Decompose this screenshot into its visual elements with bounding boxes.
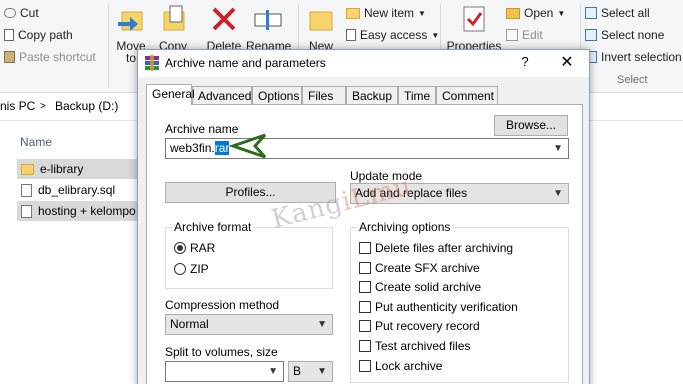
radio-unselected-icon xyxy=(174,263,186,275)
copy-path-button[interactable]: Copy path xyxy=(4,28,73,42)
breadcrumb-separator: > xyxy=(40,101,46,112)
split-unit-select[interactable]: B ▼ xyxy=(288,361,333,382)
format-zip-radio[interactable]: ZIP xyxy=(174,262,209,276)
checkbox-icon xyxy=(359,360,371,372)
checkbox-icon xyxy=(359,262,371,274)
tab-comment[interactable]: Comment xyxy=(436,86,498,104)
tab-time[interactable]: Time xyxy=(398,86,436,104)
new-folder-button[interactable]: New xyxy=(304,4,338,53)
dialog-titlebar[interactable]: Archive name and parameters ? ✕ xyxy=(138,50,589,77)
test-archived-files-checkbox[interactable]: Test archived files xyxy=(359,339,470,353)
new-folder-icon xyxy=(309,11,333,31)
checkbox-icon xyxy=(359,301,371,313)
new-item-button[interactable]: New item ▼ xyxy=(346,6,426,20)
checkbox-icon xyxy=(359,242,371,254)
select-none-icon xyxy=(585,29,597,41)
chevron-down-icon: ▼ xyxy=(268,366,278,377)
tab-advanced[interactable]: Advanced xyxy=(192,86,252,104)
rename-icon xyxy=(254,10,282,30)
chevron-down-icon: ▼ xyxy=(553,143,563,154)
copy-to-icon xyxy=(163,5,185,31)
new-item-icon xyxy=(346,7,360,19)
properties-button[interactable]: Properties xyxy=(446,4,502,53)
authenticity-verification-checkbox[interactable]: Put authenticity verification xyxy=(359,300,518,314)
properties-icon xyxy=(463,6,485,32)
file-icon xyxy=(21,183,32,197)
format-rar-radio[interactable]: RAR xyxy=(174,241,215,255)
compression-method-label: Compression method xyxy=(165,298,280,312)
select-none-button[interactable]: Select none xyxy=(585,28,664,42)
select-group-label: Select xyxy=(617,74,648,86)
file-icon xyxy=(21,204,32,218)
general-panel: Archive name Browse... web3fin.rar ▼ Upd… xyxy=(146,104,583,384)
winrar-icon xyxy=(145,55,159,71)
delete-button[interactable]: Delete xyxy=(204,4,244,53)
paste-shortcut-button[interactable]: Paste shortcut xyxy=(4,50,96,64)
edit-button[interactable]: Edit xyxy=(506,28,543,42)
browse-button[interactable]: Browse... xyxy=(494,115,568,136)
tab-general[interactable]: General xyxy=(146,84,195,105)
tab-backup[interactable]: Backup xyxy=(346,86,398,104)
folder-icon xyxy=(21,163,34,175)
scissors-icon xyxy=(4,8,16,18)
archive-dialog: Archive name and parameters ? ✕ General … xyxy=(137,49,590,384)
dropdown-arrow-icon: ▼ xyxy=(431,30,440,40)
select-all-icon xyxy=(585,7,597,19)
move-to-icon xyxy=(118,11,143,31)
dialog-title: Archive name and parameters xyxy=(165,56,326,70)
chevron-down-icon: ▼ xyxy=(317,366,327,377)
archive-format-label: Archive format xyxy=(172,220,254,234)
create-solid-checkbox[interactable]: Create solid archive xyxy=(359,280,481,294)
delete-x-icon xyxy=(212,7,236,31)
ribbon-divider xyxy=(108,4,109,88)
cut-button[interactable]: Cut xyxy=(4,6,39,20)
edit-icon xyxy=(506,29,518,41)
archiving-options-group: Archiving options Delete files after arc… xyxy=(350,220,569,383)
easy-access-icon xyxy=(346,29,356,41)
column-header-name[interactable]: Name xyxy=(20,135,52,149)
open-button[interactable]: Open ▼ xyxy=(506,6,565,20)
lock-archive-checkbox[interactable]: Lock archive xyxy=(359,359,442,373)
checkbox-icon xyxy=(359,281,371,293)
tab-options[interactable]: Options xyxy=(252,86,302,104)
dropdown-arrow-icon: ▼ xyxy=(418,8,426,18)
select-all-button[interactable]: Select all xyxy=(585,6,650,20)
list-item[interactable]: e-library xyxy=(17,159,141,179)
breadcrumb-drive[interactable]: Backup (D:) xyxy=(55,99,118,113)
rename-button[interactable]: Rename xyxy=(246,4,291,53)
recovery-record-checkbox[interactable]: Put recovery record xyxy=(359,319,480,333)
delete-after-archiving-checkbox[interactable]: Delete files after archiving xyxy=(359,241,513,255)
breadcrumb-this-pc[interactable]: nis PC xyxy=(0,99,35,113)
tab-files[interactable]: Files xyxy=(302,86,346,104)
copy-path-icon xyxy=(4,29,14,41)
checkbox-icon xyxy=(359,320,371,332)
invert-selection-button[interactable]: Invert selection xyxy=(585,50,682,64)
easy-access-button[interactable]: Easy access ▼ xyxy=(346,28,439,42)
archiving-options-label: Archiving options xyxy=(357,220,453,234)
split-size-input[interactable]: ▼ xyxy=(165,361,284,382)
close-button[interactable]: ✕ xyxy=(552,52,582,72)
paste-icon xyxy=(4,51,15,63)
open-icon xyxy=(506,7,520,19)
create-sfx-checkbox[interactable]: Create SFX archive xyxy=(359,261,480,275)
copy-to-button[interactable]: Copy xyxy=(156,4,190,53)
compression-method-select[interactable]: Normal ▼ xyxy=(165,314,333,335)
archive-format-group: Archive format RAR ZIP xyxy=(165,220,333,289)
help-button[interactable]: ? xyxy=(512,54,538,69)
radio-selected-icon xyxy=(174,242,186,254)
list-item[interactable]: hosting + kelompo xyxy=(17,201,141,221)
chevron-down-icon: ▼ xyxy=(553,188,563,199)
annotation-arrow-icon xyxy=(228,133,267,159)
split-volumes-label: Split to volumes, size xyxy=(165,345,278,359)
chevron-down-icon: ▼ xyxy=(317,319,327,330)
checkbox-icon xyxy=(359,340,371,352)
list-item[interactable]: db_elibrary.sql xyxy=(17,180,141,200)
dropdown-arrow-icon: ▼ xyxy=(557,8,566,18)
